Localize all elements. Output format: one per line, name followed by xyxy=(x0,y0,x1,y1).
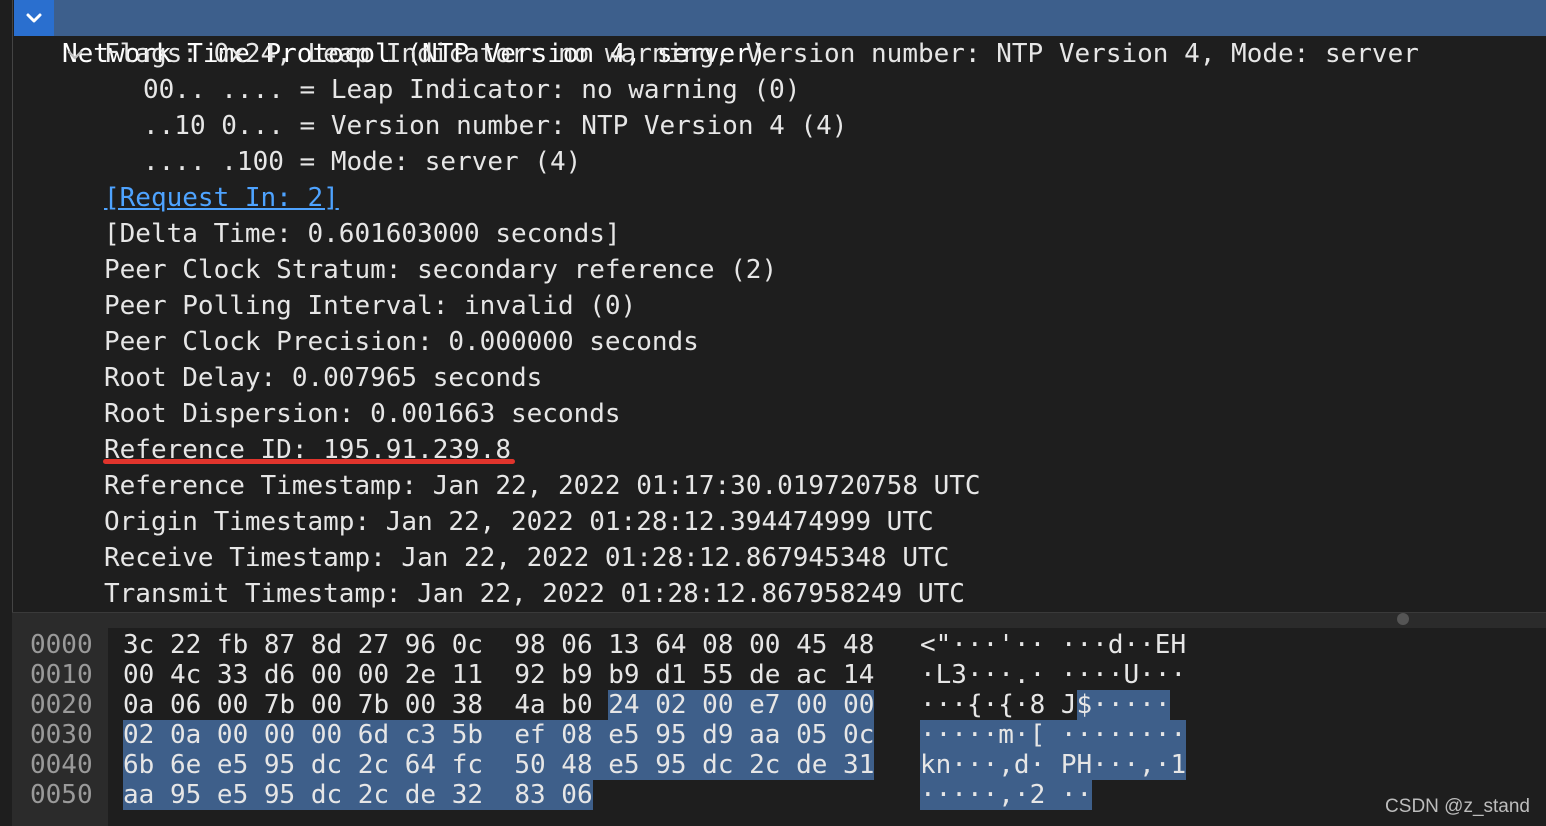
hex-bytes-selected: aa 95 e5 95 dc 2c de 32 83 06 xyxy=(123,780,593,810)
ascii-row[interactable]: ·····m·[ ········ xyxy=(920,720,1187,750)
ascii-bytes-selected: ·····,·2 ·· xyxy=(920,780,1093,810)
root-dispersion-field[interactable]: Root Dispersion: 0.001663 seconds xyxy=(104,396,621,432)
collapse-ntp-button[interactable] xyxy=(14,0,54,36)
hex-bytes: 00 4c 33 d6 00 00 2e 11 92 b9 b9 d1 55 d… xyxy=(123,660,875,690)
chevron-down-icon xyxy=(26,13,42,23)
root-delay-field[interactable]: Root Delay: 0.007965 seconds xyxy=(104,360,542,396)
offset-label: 0020 xyxy=(30,690,93,720)
hex-bytes-row[interactable]: 6b 6e e5 95 dc 2c 64 fc 50 48 e5 95 dc 2… xyxy=(123,750,875,780)
hex-bytes-row[interactable]: 00 4c 33 d6 00 00 2e 11 92 b9 b9 d1 55 d… xyxy=(123,660,874,690)
hex-bytes-row[interactable]: aa 95 e5 95 dc 2c de 32 83 06 xyxy=(123,780,593,810)
flags-field[interactable]: Flags: 0x24, Leap Indicator: no warning,… xyxy=(104,36,1419,72)
watermark: CSDN @z_stand xyxy=(1385,796,1530,817)
offset-label: 0000 xyxy=(30,630,93,660)
hex-bytes-selected: 02 0a 00 00 00 6d c3 5b ef 08 e5 95 d9 a… xyxy=(123,720,875,750)
delta-time-field[interactable]: [Delta Time: 0.601603000 seconds] xyxy=(104,216,621,252)
ascii-bytes: ·L3···.· ····U··· xyxy=(920,660,1187,690)
hex-bytes-row[interactable]: 02 0a 00 00 00 6d c3 5b ef 08 e5 95 d9 a… xyxy=(123,720,875,750)
hex-bytes: 0a 06 00 7b 00 7b 00 38 4a b0 xyxy=(123,690,609,720)
ascii-row[interactable]: <"···'·· ···d··EH xyxy=(920,630,1186,660)
pane-edge xyxy=(12,0,13,612)
ascii-bytes: <"···'·· ···d··EH xyxy=(920,630,1187,660)
ascii-row[interactable]: ·····,·2 ·· xyxy=(920,780,1093,810)
hex-bytes-selected: 6b 6e e5 95 dc 2c 64 fc 50 48 e5 95 dc 2… xyxy=(123,750,875,780)
offset-label: 0030 xyxy=(30,720,93,750)
origin-timestamp-field[interactable]: Origin Timestamp: Jan 22, 2022 01:28:12.… xyxy=(104,504,934,540)
hex-bytes-selected: 24 02 00 e7 00 00 xyxy=(608,690,875,720)
offset-label: 0040 xyxy=(30,750,93,780)
ascii-bytes-selected: kn···,d· PH···,·1 xyxy=(920,750,1187,780)
offset-label: 0010 xyxy=(30,660,93,690)
version-number-field[interactable]: ..10 0... = Version number: NTP Version … xyxy=(143,108,847,144)
ascii-bytes: ···{·{·8 J xyxy=(920,690,1077,720)
collapse-flags-toggle[interactable] xyxy=(64,36,94,72)
hex-bytes-row[interactable]: 0a 06 00 7b 00 7b 00 38 4a b0 24 02 00 e… xyxy=(123,690,875,720)
ntp-tree-header[interactable]: Network Time Protocol (NTP Version 4, se… xyxy=(14,0,1546,69)
ascii-row[interactable]: kn···,d· PH···,·1 xyxy=(920,750,1187,780)
ascii-bytes-selected: $····· xyxy=(1076,690,1171,720)
reference-timestamp-field[interactable]: Reference Timestamp: Jan 22, 2022 01:17:… xyxy=(104,468,981,504)
peer-clock-precision-field[interactable]: Peer Clock Precision: 0.000000 seconds xyxy=(104,324,699,360)
request-in-link[interactable]: [Request In: 2] xyxy=(104,180,339,216)
red-underline-annotation xyxy=(103,459,515,464)
splitter-handle[interactable] xyxy=(1397,613,1409,625)
mode-field[interactable]: .... .100 = Mode: server (4) xyxy=(143,144,581,180)
packet-details-pane: Network Time Protocol (NTP Version 4, se… xyxy=(0,0,1546,612)
ascii-bytes-selected: ·····m·[ ········ xyxy=(920,720,1187,750)
hex-bytes: 3c 22 fb 87 8d 27 96 0c 98 06 13 64 08 0… xyxy=(123,630,875,660)
offset-label: 0050 xyxy=(30,780,93,810)
peer-polling-interval-field[interactable]: Peer Polling Interval: invalid (0) xyxy=(104,288,636,324)
transmit-timestamp-field[interactable]: Transmit Timestamp: Jan 22, 2022 01:28:1… xyxy=(104,576,965,612)
receive-timestamp-field[interactable]: Receive Timestamp: Jan 22, 2022 01:28:12… xyxy=(104,540,949,576)
hex-bytes-row[interactable]: 3c 22 fb 87 8d 27 96 0c 98 06 13 64 08 0… xyxy=(123,630,874,660)
ascii-row[interactable]: ·L3···.· ····U··· xyxy=(920,660,1186,690)
chevron-down-icon xyxy=(67,50,83,60)
peer-clock-stratum-field[interactable]: Peer Clock Stratum: secondary reference … xyxy=(104,252,777,288)
leap-indicator-field[interactable]: 00.. .... = Leap Indicator: no warning (… xyxy=(143,72,800,108)
ascii-row[interactable]: ···{·{·8 J$····· xyxy=(920,690,1171,720)
